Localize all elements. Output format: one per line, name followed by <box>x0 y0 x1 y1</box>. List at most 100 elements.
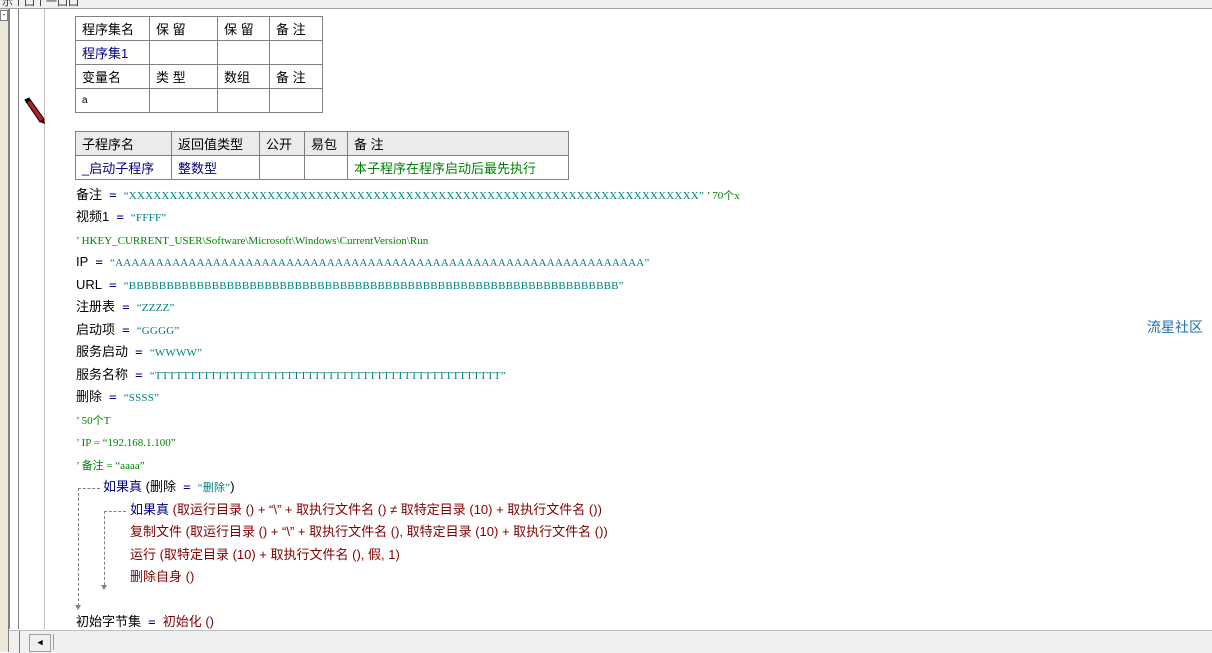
comment-line: ’ IP = “192.168.1.100” <box>76 437 176 449</box>
pencil-icon <box>24 97 45 124</box>
delete-self-call: 删除自身 <box>130 569 183 584</box>
assembly-header-row: 程序集名 保 留 保 留 备 注 <box>75 16 323 41</box>
return-type-cell[interactable]: 整数型 <box>171 155 260 180</box>
comment-registry-path: ’ HKEY_CURRENT_USER\Software\Microsoft\W… <box>76 235 429 247</box>
subroutine-name-cell[interactable]: _启动子程序 <box>75 155 172 180</box>
flow-arrow-inner-icon <box>101 585 107 590</box>
copy-file-call: 复制文件 <box>130 524 183 539</box>
code-line-6[interactable]: 注册表 = “ZZZZ” <box>76 297 175 317</box>
code-line-13[interactable]: ’ 备注 = “aaaa” <box>76 455 145 475</box>
code-line-11[interactable]: ’ 50个T <box>76 410 110 430</box>
assembly-name-cell[interactable]: 程序集1 <box>75 40 150 65</box>
init-call: 初始化 <box>162 614 202 629</box>
note-cell[interactable] <box>269 40 323 65</box>
variable-row[interactable]: a <box>75 88 323 113</box>
code-line-18[interactable]: 删除自身 () <box>130 567 194 587</box>
reserved-header-2: 保 留 <box>217 16 270 41</box>
var-registry: 注册表 <box>76 299 116 314</box>
string-literal: “TTTTTTTTTTTTTTTTTTTTTTTTTTTTTTTTTTTTTTT… <box>149 370 506 382</box>
assign-op: = <box>88 255 110 269</box>
code-line-8[interactable]: 服务启动 = “WWWW” <box>76 342 202 362</box>
code-line-10[interactable]: 删除 = “SSSS” <box>76 387 159 407</box>
easy-pack-cell[interactable] <box>304 155 348 180</box>
code-line-3[interactable]: ’ HKEY_CURRENT_USER\Software\Microsoft\W… <box>76 230 428 250</box>
paren-close: ) <box>230 479 235 494</box>
var-delete: 删除 <box>76 389 103 404</box>
assembly-name-header: 程序集名 <box>75 16 150 41</box>
assign-op: = <box>102 390 124 404</box>
return-type-header: 返回值类型 <box>171 131 260 156</box>
subroutine-note-cell[interactable]: 本子程序在程序启动后最先执行 <box>347 155 569 180</box>
flow-line-outer <box>78 488 79 606</box>
assign-op: = <box>102 188 124 202</box>
public-cell[interactable] <box>259 155 305 180</box>
subroutine-note-header: 备 注 <box>347 131 569 156</box>
code-line-2[interactable]: 视频1 = “FFFF” <box>76 207 166 227</box>
variable-name-cell[interactable]: a <box>75 88 150 113</box>
assign-op: = <box>109 210 131 224</box>
reserved-cell-1[interactable] <box>149 40 218 65</box>
string-literal: “GGGG” <box>136 325 180 337</box>
easy-pack-header: 易包 <box>304 131 348 156</box>
string-literal: “SSSS” <box>123 392 160 404</box>
code-line-4[interactable]: IP = “AAAAAAAAAAAAAAAAAAAAAAAAAAAAAAAAAA… <box>76 252 650 272</box>
string-literal: “WWWW” <box>149 347 203 359</box>
note-header: 备 注 <box>269 16 323 41</box>
condition-expression: (取运行目录 () + “\” + 取执行文件名 () ≠ 取特定目录 (10)… <box>169 502 602 517</box>
string-literal: “ZZZZ” <box>136 302 175 314</box>
subroutine-name-header: 子程序名 <box>75 131 172 156</box>
paren-open: ( <box>142 479 150 494</box>
watermark-text: 流星社区 <box>1147 319 1203 335</box>
public-header: 公开 <box>259 131 305 156</box>
if-true-keyword: 如果真 <box>130 502 170 517</box>
assembly-row[interactable]: 程序集1 <box>75 40 323 65</box>
subroutine-row[interactable]: _启动子程序 整数型 本子程序在程序启动后最先执行 <box>75 155 569 180</box>
subroutine-table: 子程序名 返回值类型 公开 易包 备 注 _启动子程序 整数型 本子程序在程序启… <box>75 131 569 180</box>
collapse-toggle-icon[interactable]: - <box>0 10 8 21</box>
code-line-7[interactable]: 启动项 = “GGGG” <box>76 320 179 340</box>
call-arguments: (取运行目录 () + “\” + 取执行文件名 (), 取特定目录 (10) … <box>182 524 608 539</box>
code-line-14[interactable]: 如果真 (删除 = “删除”) <box>103 477 235 497</box>
subroutine-header-row: 子程序名 返回值类型 公开 易包 备 注 <box>75 131 569 156</box>
call-arguments: () <box>201 614 214 629</box>
line-gutter <box>9 9 45 629</box>
assign-op: = <box>102 278 124 292</box>
code-line-15[interactable]: 如果真 (取运行目录 () + “\” + 取执行文件名 () ≠ 取特定目录 … <box>130 500 602 520</box>
var-url: URL <box>76 277 103 292</box>
assign-op: = <box>115 300 137 314</box>
assign-op: = <box>141 615 163 629</box>
variable-note-cell[interactable] <box>269 88 323 113</box>
code-line-5[interactable]: URL = “BBBBBBBBBBBBBBBBBBBBBBBBBBBBBBBBB… <box>76 275 624 295</box>
scroll-left-arrow-icon[interactable]: ◀ <box>29 634 51 652</box>
code-line-1[interactable]: 备注 = “XXXXXXXXXXXXXXXXXXXXXXXXXXXXXXXXXX… <box>76 185 740 205</box>
variable-header-row: 变量名 类 型 数组 备 注 <box>75 64 323 89</box>
code-line-19[interactable]: 初始字节集 = 初始化 () <box>76 612 214 632</box>
flow-branch-outer <box>78 488 100 489</box>
type-cell[interactable] <box>149 88 218 113</box>
var-video: 视频1 <box>76 209 110 224</box>
var-service-name: 服务名称 <box>76 367 129 382</box>
flow-branch-inner <box>104 511 126 512</box>
code-line-17[interactable]: 运行 (取特定目录 (10) + 取执行文件名 (), 假, 1) <box>130 545 400 565</box>
var-note: 备注 <box>76 187 103 202</box>
array-cell[interactable] <box>217 88 270 113</box>
reserved-cell-2[interactable] <box>217 40 270 65</box>
left-margin-bar: - <box>0 9 9 652</box>
assign-op: = <box>128 345 150 359</box>
scroll-track[interactable] <box>53 634 76 650</box>
assign-op: = <box>128 368 150 382</box>
flow-line-inner <box>104 511 105 585</box>
code-line-9[interactable]: 服务名称 = “TTTTTTTTTTTTTTTTTTTTTTTTTTTTTTTT… <box>76 365 506 385</box>
code-line-16[interactable]: 复制文件 (取运行目录 () + “\” + 取执行文件名 (), 取特定目录 … <box>130 522 608 542</box>
var-init-byteset: 初始字节集 <box>76 614 142 629</box>
flow-arrow-outer-icon <box>75 605 81 610</box>
call-arguments: (取特定目录 (10) + 取执行文件名 (), 假, 1) <box>156 547 400 562</box>
code-line-12[interactable]: ’ IP = “192.168.1.100” <box>76 432 176 452</box>
scroll-separator <box>19 631 20 653</box>
variable-note-header: 备 注 <box>269 64 323 89</box>
horizontal-scrollbar[interactable]: ◀ <box>9 630 1212 653</box>
run-call: 运行 <box>130 547 157 562</box>
if-true-keyword: 如果真 <box>103 479 143 494</box>
reserved-header-1: 保 留 <box>149 16 218 41</box>
top-toolbar: 示丨囗丨一囗囗 <box>0 0 1212 9</box>
